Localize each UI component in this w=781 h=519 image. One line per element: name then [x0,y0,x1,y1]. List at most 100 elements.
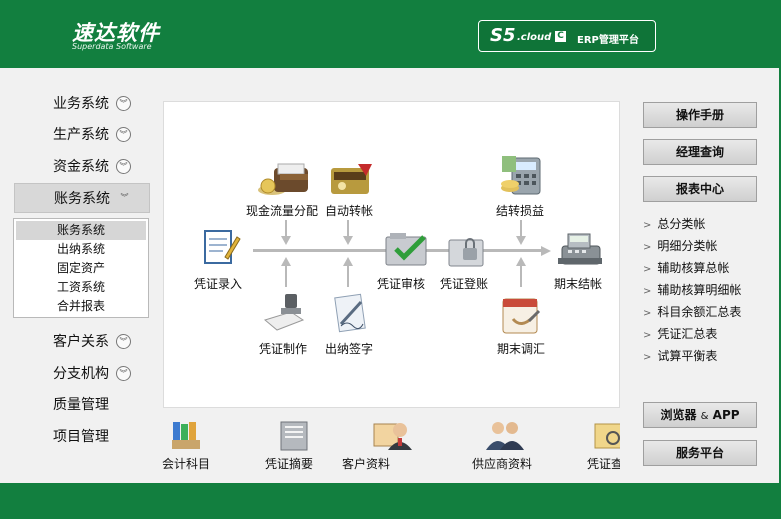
flow-label-cashier-sign[interactable]: 出纳签字 [325,340,373,357]
report-link[interactable]: > 明细分类帐 [643,237,717,254]
stamp-voucher-icon[interactable] [261,290,307,337]
product-badge: S5 .cloud C ERP管理平台 [478,20,656,52]
report-link[interactable]: > 科目余额汇总表 [643,303,741,320]
chevron-down-icon[interactable]: ︾ [116,95,131,111]
report-link-label: 辅助核算总帐 [657,261,730,275]
lock-folder-icon[interactable] [447,232,487,271]
nav-item-quality[interactable]: 质量管理 [14,389,150,419]
report-link[interactable]: > 总分类帐 [643,215,705,232]
badge-erp-text: ERP管理平台 [577,35,639,46]
flow-label-adjust[interactable]: 期末调汇 [497,340,545,357]
flow-label-autotransfer[interactable]: 自动转帐 [325,202,373,219]
report-link[interactable]: > 凭证汇总表 [643,325,717,342]
chevron-right-icon: > [643,308,652,319]
flow-label-posting[interactable]: 凭证登账 [440,275,488,292]
report-link-label: 科目余额汇总表 [657,305,742,319]
badge-s5: S5 [490,25,516,46]
chevron-right-icon: > [643,242,652,253]
nav-item-crm[interactable]: 客户关系 ︾ [14,326,150,356]
submenu-item[interactable]: 出纳系统 [16,240,146,259]
chevron-down-icon[interactable]: ︾ [116,126,131,142]
wallet-icon[interactable] [256,162,312,201]
chevron-right-icon: > [643,286,652,297]
report-link-label: 试算平衡表 [657,349,718,363]
flow-arrow-down [281,236,291,245]
report-link-label: 凭证汇总表 [657,327,718,341]
report-center-button[interactable]: 报表中心 [643,176,757,202]
calculator-coins-icon[interactable] [500,154,544,201]
nav-item-label: 生产系统 [53,127,109,143]
logo-subtext: Superdata Software [72,42,152,51]
flow-label-entry[interactable]: 凭证录入 [194,275,242,292]
report-link[interactable]: > 试算平衡表 [643,347,717,364]
quick-label: 凭证查 [587,457,620,471]
chevron-down-icon[interactable]: ︾ [117,191,132,206]
flow-arrow-down [343,236,353,245]
people-group-icon [484,418,526,455]
sign-document-icon[interactable] [331,292,371,339]
chevron-down-icon[interactable]: ︾ [116,158,131,174]
folder-check-icon[interactable] [384,231,430,270]
nav-item-accounting[interactable]: 账务系统 ︾ [14,183,150,213]
flow-connector [347,265,349,287]
quick-item-voucher-query[interactable]: 凭证查 [587,418,620,478]
chevron-right-icon: > [643,330,652,341]
nav-item-production[interactable]: 生产系统 ︾ [14,119,150,149]
chevron-down-icon[interactable]: ︾ [116,333,131,349]
amp-label: & [700,411,709,422]
manual-button[interactable]: 操作手册 [643,102,757,128]
folder-stack-icon [279,418,311,455]
flow-label-closing[interactable]: 期末结帐 [554,275,602,292]
nav-item-label: 分支机构 [53,366,109,382]
calendar-adjust-icon[interactable] [499,291,543,340]
quick-label: 客户资料 [342,457,391,471]
nav-item-branches[interactable]: 分支机构 ︾ [14,358,150,388]
cash-register-icon[interactable] [556,228,604,271]
nav-item-business[interactable]: 业务系统 ︾ [14,88,150,118]
flow-label-carryover[interactable]: 结转损益 [496,202,544,219]
report-link-label: 辅助核算明细帐 [657,283,742,297]
submenu-item[interactable]: 固定资产 [16,259,146,278]
chevron-right-icon: > [643,352,652,363]
service-platform-button[interactable]: 服务平台 [643,440,757,466]
nav-item-label: 客户关系 [53,334,109,350]
submenu-item[interactable]: 账务系统 [16,221,146,240]
browser-label: 浏览器 [660,408,697,422]
flow-label-make[interactable]: 凭证制作 [259,340,307,357]
chevron-down-icon[interactable]: ︾ [116,365,131,381]
flow-arrow-right [541,246,551,256]
submenu-item[interactable]: 工资系统 [16,278,146,297]
flow-connector [285,265,287,287]
chevron-right-icon: > [643,220,652,231]
accounting-submenu: 账务系统 出纳系统 固定资产 工资系统 合并报表 [13,218,149,318]
nav-item-label: 质量管理 [53,397,109,413]
nav-item-projects[interactable]: 项目管理 [14,421,150,451]
report-link-label: 明细分类帐 [657,239,718,253]
search-folder-icon [593,418,620,455]
quick-label: 凭证摘要 [265,457,314,471]
badge-cloud: .cloud [517,32,552,43]
nav-item-label: 账务系统 [54,191,110,207]
chevron-right-icon: > [643,264,652,275]
voucher-entry-icon[interactable] [201,227,241,270]
browser-app-button[interactable]: 浏览器 & APP [643,402,757,428]
customer-card-icon [372,418,412,455]
report-link-label: 总分类帐 [657,217,706,231]
card-transfer-icon[interactable] [328,160,374,201]
flow-connector [520,265,522,287]
nav-item-label: 业务系统 [53,96,109,112]
app-footer [0,483,781,519]
submenu-item[interactable]: 合并报表 [16,297,146,316]
nav-item-label: 项目管理 [53,429,109,445]
manager-query-button[interactable]: 经理查询 [643,139,757,165]
app-header: 速达软件 Superdata Software S5 .cloud C ERP管… [0,0,781,68]
flow-label-review[interactable]: 凭证审核 [377,275,425,292]
report-link[interactable]: > 辅助核算总帐 [643,259,729,276]
quick-label: 供应商资料 [472,457,533,471]
flow-arrow-down [516,236,526,245]
nav-item-funds[interactable]: 资金系统 ︾ [14,151,150,181]
app-label: APP [712,408,740,422]
quick-label: 会计科目 [162,457,211,471]
report-link[interactable]: > 辅助核算明细帐 [643,281,741,298]
flow-label-cashflow[interactable]: 现金流量分配 [246,202,318,219]
